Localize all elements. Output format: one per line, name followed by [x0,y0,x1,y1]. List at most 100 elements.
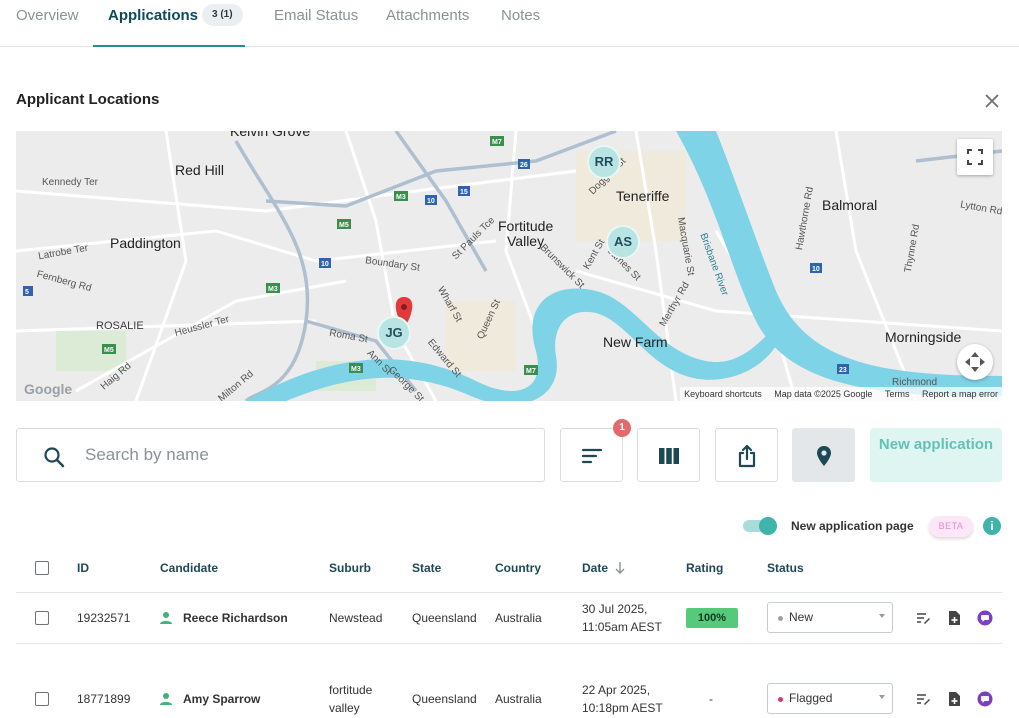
cell-id: 19232571 [77,611,131,625]
google-logo: Google [24,381,73,397]
applicant-map[interactable]: M3 M5 M7 M3 M5 M3 M7 26 15 10 10 5 23 10… [16,131,1002,401]
map-view-button[interactable] [792,428,855,482]
column-header-status[interactable]: Status [767,561,804,575]
rating-badge: 100% [686,608,738,628]
close-icon[interactable] [982,91,1002,111]
search-box [16,428,545,482]
search-input[interactable] [85,443,525,467]
new-application-button[interactable]: New application [870,428,1002,482]
column-header-id[interactable]: ID [77,561,89,575]
row-checkbox[interactable] [35,692,49,706]
map-cluster-as[interactable]: AS [606,225,640,259]
map-place-morningside: Morningside [885,329,962,345]
toggle-knob [759,517,777,535]
section-title: Applicant Locations [16,91,160,108]
columns-button[interactable] [637,428,700,482]
map-place-teneriffe: Teneriffe [616,188,670,204]
svg-text:M3: M3 [396,194,406,201]
column-header-suburb[interactable]: Suburb [329,561,371,575]
svg-text:M3: M3 [268,286,278,293]
column-header-rating[interactable]: Rating [686,561,723,575]
svg-text:5: 5 [25,289,29,296]
svg-text:26: 26 [520,162,528,169]
cell-date-line2: 10:18pm AEST [582,701,663,715]
map-data-text: Map data ©2025 Google [774,389,873,399]
cell-candidate-link[interactable]: Reece Richardson [183,609,288,627]
status-value: Flagged [789,691,833,705]
cell-country: Australia [495,611,542,625]
map-place-paddington: Paddington [110,235,181,251]
map-cluster-jg[interactable]: JG [377,316,411,350]
svg-text:M7: M7 [492,139,502,146]
filter-count-badge: 1 [613,419,631,437]
chevron-down-icon [879,614,885,618]
map-place-new-farm: New Farm [603,334,668,350]
row-checkbox[interactable] [35,611,49,625]
svg-text:M3: M3 [351,366,361,373]
person-icon [160,612,172,624]
svg-text:10: 10 [321,261,329,268]
cell-country: Australia [495,692,542,706]
move-icon [965,352,985,372]
cell-candidate-link[interactable]: Amy Sparrow [183,690,260,708]
tab-email-status[interactable]: Email Status [274,7,358,24]
tab-applications[interactable]: Applications [108,7,198,24]
edit-notes-icon[interactable] [915,610,931,626]
message-icon[interactable] [977,691,993,707]
map-place-red-hill: Red Hill [175,162,225,178]
map-street: Kennedy Ter [42,177,98,188]
cell-rating: - [709,692,713,706]
status-dot [778,697,783,702]
column-header-date[interactable]: Date [582,561,608,575]
status-value: New [789,610,814,624]
map-place-rosalie: ROSALIE [96,320,144,332]
table-header-divider [16,592,1002,593]
report-map-error-link[interactable]: Report a map error [922,389,998,399]
search-icon [44,447,65,468]
column-header-country[interactable]: Country [495,561,541,575]
select-all-checkbox[interactable] [35,561,49,575]
map-place-balmoral: Balmoral [822,197,878,213]
svg-text:23: 23 [839,367,847,374]
row-divider [16,643,1002,644]
cell-suburb: fortitude [329,683,373,697]
fullscreen-icon [967,149,983,165]
sort-filter-button[interactable] [560,428,623,482]
edit-notes-icon[interactable] [915,691,931,707]
svg-text:M7: M7 [526,368,536,375]
map-camera-control-button[interactable] [957,344,993,380]
columns-icon [659,448,679,464]
toggle-label: New application page [791,519,914,533]
sort-descending-icon[interactable] [614,561,626,575]
info-icon[interactable]: i [983,517,1001,535]
add-document-icon[interactable] [946,610,962,626]
column-header-state[interactable]: State [412,561,441,575]
keyboard-shortcuts-link[interactable]: Keyboard shortcuts [684,389,762,399]
cell-date-line1: 30 Jul 2025, [582,602,648,616]
tab-overview[interactable]: Overview [16,7,79,24]
tab-attachments[interactable]: Attachments [386,7,469,24]
message-icon[interactable] [977,610,993,626]
svg-text:M5: M5 [339,222,349,229]
chevron-down-icon [879,695,885,699]
tab-notes[interactable]: Notes [501,7,540,24]
terms-link[interactable]: Terms [885,389,910,399]
fullscreen-button[interactable] [957,139,993,175]
status-dropdown[interactable]: New [767,602,893,633]
cell-date-line1: 22 Apr 2025, [582,683,651,697]
cell-state: Queensland [412,611,477,625]
status-dot [778,616,783,621]
status-dropdown[interactable]: Flagged [767,683,893,714]
share-button[interactable] [715,428,778,482]
svg-text:10: 10 [812,266,820,273]
new-application-page-toggle[interactable] [743,517,777,535]
column-header-candidate[interactable]: Candidate [160,561,218,575]
cell-suburb-line2: valley [329,701,360,715]
svg-text:M5: M5 [104,347,114,354]
map-place-fortitude: Fortitude [498,218,554,234]
svg-text:10: 10 [427,198,435,205]
location-pin-icon [817,446,831,466]
map-base: M3 M5 M7 M3 M5 M3 M7 26 15 10 10 5 23 10 [16,131,1002,401]
add-document-icon[interactable] [946,691,962,707]
map-cluster-rr[interactable]: RR [587,145,621,179]
